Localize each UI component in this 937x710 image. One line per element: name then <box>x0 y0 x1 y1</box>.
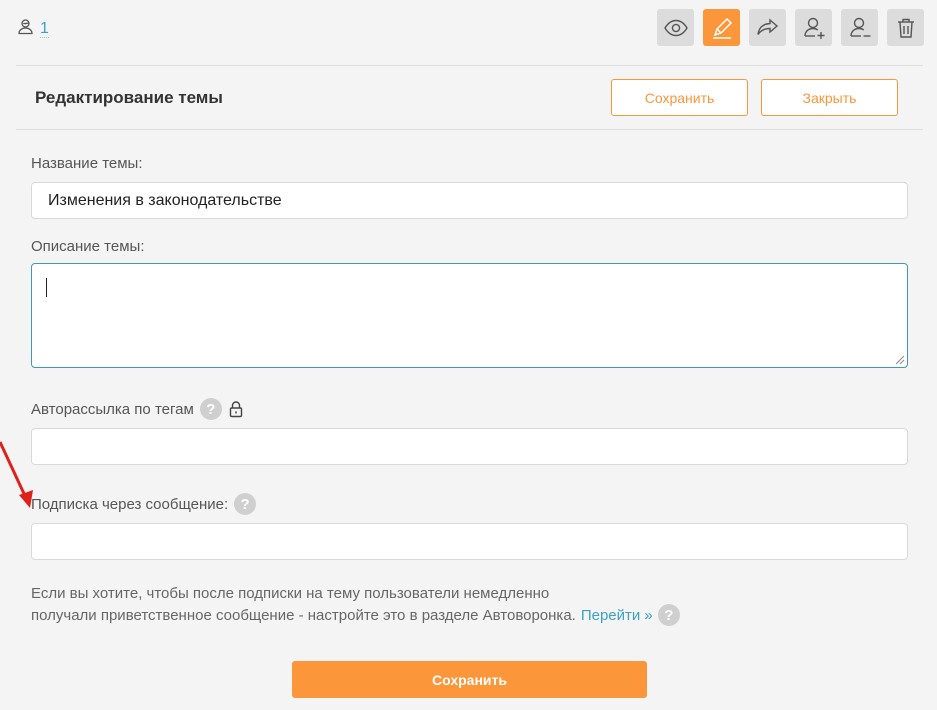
autosend-tags-input[interactable] <box>31 428 908 465</box>
subscribers-icon <box>17 18 34 40</box>
autofunnel-note: Если вы хотите, чтобы после подписки на … <box>31 583 751 626</box>
pencil-icon <box>712 17 732 39</box>
top-divider <box>16 65 923 66</box>
subscribers-indicator[interactable]: 1 <box>17 18 49 40</box>
message-subscription-label-text: Подписка через сообщение: <box>31 495 229 513</box>
remove-user-icon <box>849 17 870 37</box>
autosend-help-icon[interactable]: ? <box>199 398 222 420</box>
topic-name-label: Название темы: <box>31 155 143 172</box>
lock-icon[interactable] <box>228 400 244 418</box>
annotation-arrow-icon <box>0 441 33 508</box>
autosend-label-text: Авторассылка по тегам <box>31 400 194 418</box>
remove-subscriber-button[interactable] <box>841 9 878 46</box>
note-line-2-row: получали приветственное сообщение - наст… <box>31 604 751 626</box>
eye-icon <box>663 19 688 36</box>
text-caret <box>46 278 47 297</box>
note-line-2: получали приветственное сообщение - наст… <box>31 606 576 624</box>
topic-toolbar <box>657 9 924 46</box>
top-bar: 1 <box>0 0 937 56</box>
description-label: Описание темы: <box>31 238 145 255</box>
share-icon <box>756 17 778 35</box>
go-to-autofunnel-link[interactable]: Перейти » <box>581 605 653 626</box>
view-button[interactable] <box>657 9 694 46</box>
resize-grip-icon[interactable] <box>895 355 905 365</box>
page-title: Редактирование темы <box>35 88 223 107</box>
delete-button[interactable] <box>887 9 924 46</box>
save-button[interactable]: Сохранить <box>292 661 647 698</box>
add-user-icon <box>803 17 824 39</box>
topic-name-value: Изменения в законодательстве <box>48 191 282 209</box>
message-subscription-input[interactable] <box>31 523 908 560</box>
autosend-label: Авторассылка по тегам ? <box>31 398 244 420</box>
trash-icon <box>897 18 914 38</box>
share-button[interactable] <box>749 9 786 46</box>
topic-name-input[interactable]: Изменения в законодательстве <box>31 182 908 219</box>
autofunnel-help-icon[interactable]: ? <box>657 604 680 626</box>
edit-button[interactable] <box>703 9 740 46</box>
header-divider <box>16 129 923 130</box>
message-subscription-label: Подписка через сообщение: ? <box>31 493 257 515</box>
topic-name-label-text: Название темы: <box>31 155 143 172</box>
subscribers-count[interactable]: 1 <box>40 20 49 38</box>
description-label-text: Описание темы: <box>31 238 145 255</box>
add-subscriber-button[interactable] <box>795 9 832 46</box>
close-button[interactable]: Закрыть <box>761 79 898 116</box>
note-line-1: Если вы хотите, чтобы после подписки на … <box>31 585 550 602</box>
message-subscription-help-icon[interactable]: ? <box>234 493 257 515</box>
description-textarea[interactable] <box>31 263 908 368</box>
save-button-top[interactable]: Сохранить <box>611 79 748 116</box>
